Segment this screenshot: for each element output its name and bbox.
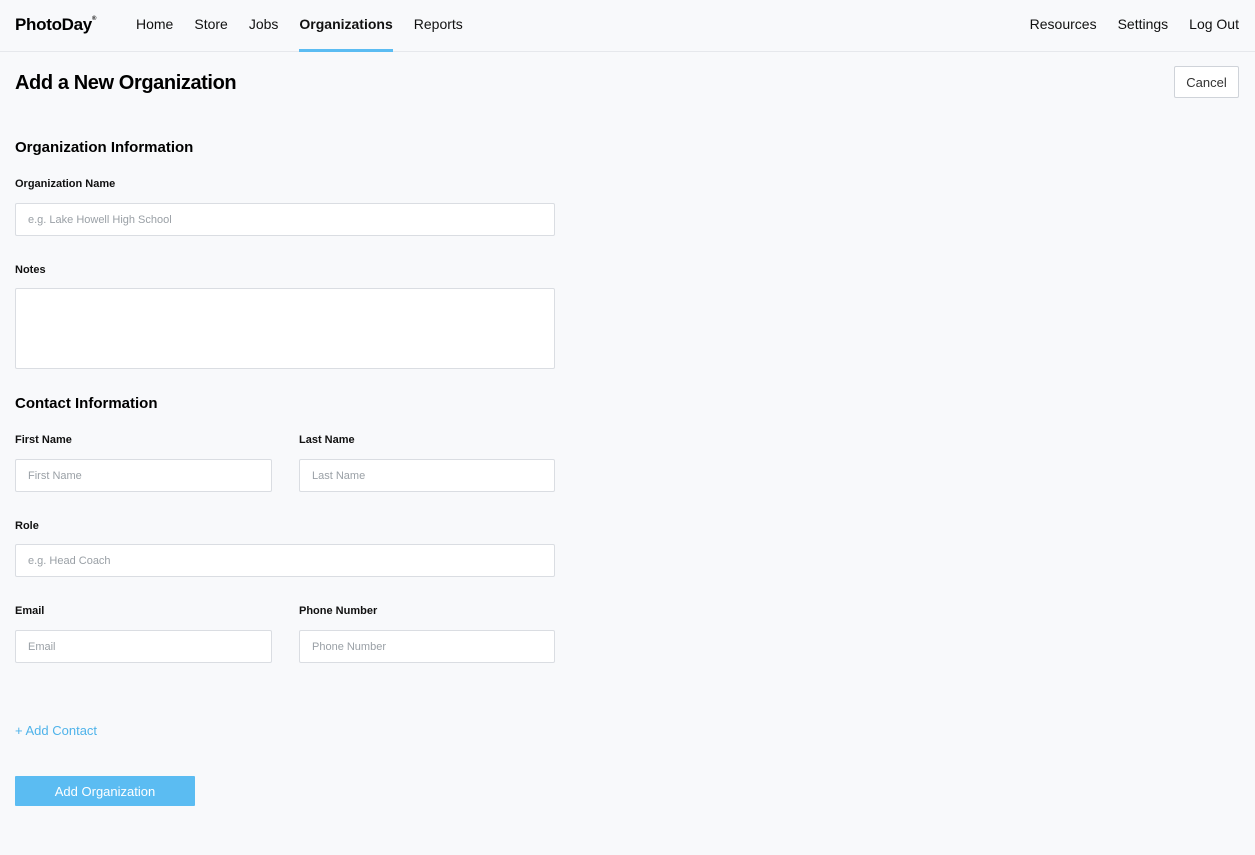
nav-jobs[interactable]: Jobs: [249, 0, 279, 52]
nav-organizations[interactable]: Organizations: [299, 0, 394, 52]
nav-reports[interactable]: Reports: [414, 0, 463, 52]
add-organization-button[interactable]: Add Organization: [15, 776, 195, 806]
last-name-label: Last Name: [299, 434, 355, 446]
last-name-input[interactable]: [299, 459, 555, 492]
organization-name-input[interactable]: [15, 203, 555, 236]
email-input[interactable]: [15, 630, 272, 663]
organization-information-heading: Organization Information: [15, 139, 194, 156]
nav-home[interactable]: Home: [136, 0, 173, 52]
photoday-logo[interactable]: PhotoDay®: [15, 15, 96, 35]
page-title: Add a New Organization: [15, 72, 237, 94]
notes-textarea[interactable]: [15, 288, 555, 369]
notes-label: Notes: [15, 264, 46, 276]
first-name-input[interactable]: [15, 459, 272, 492]
logo-text: PhotoDay: [15, 15, 92, 34]
nav-settings[interactable]: Settings: [1118, 0, 1169, 52]
email-label: Email: [15, 605, 45, 617]
contact-information-heading: Contact Information: [15, 395, 158, 412]
nav-log-out[interactable]: Log Out: [1189, 0, 1239, 52]
account-nav: Resources Settings Log Out: [1009, 0, 1239, 52]
role-input[interactable]: [15, 544, 555, 577]
organization-name-label: Organization Name: [15, 178, 116, 190]
phone-number-label: Phone Number: [299, 605, 378, 617]
top-navigation-bar: PhotoDay® Home Store Jobs Organizations …: [0, 0, 1255, 52]
nav-resources[interactable]: Resources: [1030, 0, 1097, 52]
phone-number-input[interactable]: [299, 630, 555, 663]
first-name-label: First Name: [15, 434, 72, 446]
add-contact-link[interactable]: + Add Contact: [15, 723, 97, 738]
role-label: Role: [15, 520, 39, 532]
registered-mark: ®: [91, 16, 97, 22]
main-nav: Home Store Jobs Organizations Reports: [136, 0, 484, 52]
cancel-button[interactable]: Cancel: [1174, 66, 1239, 98]
nav-store[interactable]: Store: [194, 0, 227, 52]
